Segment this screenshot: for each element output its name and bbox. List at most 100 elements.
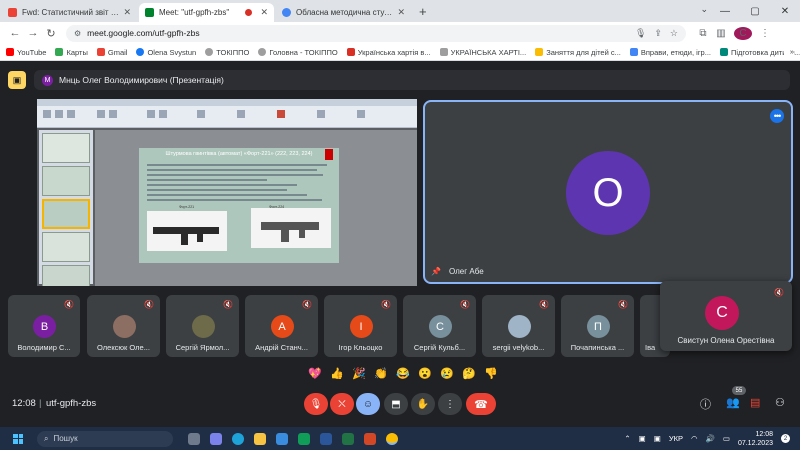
taskbar-clock[interactable]: 12:08 07.12.2023 bbox=[738, 430, 773, 448]
powerpoint-icon[interactable] bbox=[364, 432, 376, 445]
chat-icon[interactable]: ▤ bbox=[750, 396, 760, 409]
captions-button[interactable]: ☺ bbox=[356, 393, 380, 415]
separator: | bbox=[39, 398, 42, 409]
participant-tile[interactable]: 🔇 І Ігор Кльоцко bbox=[324, 295, 397, 357]
clap-reaction[interactable]: 👏 bbox=[371, 363, 391, 383]
profile-avatar[interactable]: C bbox=[734, 26, 752, 40]
menu-icon[interactable]: ⋮ bbox=[756, 28, 774, 39]
participant-popup-tile[interactable]: 🔇 С Свистун Олена Орестівна bbox=[660, 281, 792, 351]
leave-call-button[interactable]: ☎ bbox=[466, 393, 496, 415]
page-icon bbox=[535, 48, 544, 56]
bookmark-tokippo[interactable]: ТОКІППО bbox=[205, 48, 249, 57]
share-icon[interactable]: ⇪ bbox=[654, 28, 662, 39]
bookmark-maps[interactable]: Карты bbox=[55, 48, 88, 57]
volume-icon[interactable]: 🔊 bbox=[706, 434, 715, 443]
tab-studio[interactable]: Обласна методична студія «В... ✕ bbox=[276, 3, 411, 22]
present-button[interactable]: ⬒ bbox=[384, 393, 408, 415]
word-icon[interactable] bbox=[320, 432, 332, 445]
wifi-icon[interactable]: ◠ bbox=[691, 434, 698, 443]
excel-icon[interactable] bbox=[342, 432, 354, 445]
thinking-reaction[interactable]: 🤔 bbox=[459, 363, 479, 383]
site-info-icon[interactable]: ⚙ bbox=[74, 29, 81, 38]
tray-expand-icon[interactable]: ⌃ bbox=[624, 434, 630, 443]
extensions-icon[interactable]: ⧉ bbox=[694, 28, 712, 39]
bookmark-charter-2[interactable]: УКРАЇНСЬКА ХАРТІ... bbox=[439, 48, 526, 57]
participant-tile[interactable]: 🔇 sergii velykob... bbox=[482, 295, 555, 357]
url-text: meet.google.com/utf-gpfh-zbs bbox=[87, 28, 200, 38]
tray-app-icon[interactable]: ▣ bbox=[639, 434, 646, 443]
heart-reaction[interactable]: 💖 bbox=[305, 363, 325, 383]
bookmark-facebook[interactable]: Olena Svystun bbox=[136, 48, 196, 57]
windows-start-icon[interactable] bbox=[13, 433, 23, 444]
side-panel-icon[interactable]: ▥ bbox=[712, 28, 730, 39]
bookmark-exercises[interactable]: Вправи, етюди, ігр... bbox=[629, 48, 711, 57]
language-indicator[interactable]: УКР bbox=[669, 434, 683, 443]
participant-tile[interactable]: 🔇 Сергій Ярмол... bbox=[166, 295, 239, 357]
close-icon[interactable]: ✕ bbox=[123, 7, 131, 18]
teams-icon[interactable] bbox=[210, 432, 222, 445]
task-view-icon[interactable] bbox=[188, 432, 200, 445]
forward-icon[interactable]: → bbox=[24, 27, 42, 39]
address-bar: ← → ↻ ⚙ meet.google.com/utf-gpfh-zbs 🎙 ⇪… bbox=[0, 22, 800, 44]
mic-toggle-button[interactable]: 🎙 bbox=[304, 393, 328, 415]
tab-gmail[interactable]: Fwd: Статистичний звіт працівн... ✕ bbox=[2, 3, 137, 22]
bookmark-tokippo-home[interactable]: Головна - ТОКІППО bbox=[258, 48, 338, 57]
maps-icon bbox=[55, 48, 64, 56]
close-icon[interactable]: ✕ bbox=[397, 7, 405, 18]
participant-tile[interactable]: 🔇 П Почапинська ... bbox=[561, 295, 634, 357]
party-reaction[interactable]: 🎉 bbox=[349, 363, 369, 383]
edge-icon[interactable] bbox=[232, 432, 244, 445]
participant-tile[interactable]: 🔇 А Андрій Станч... bbox=[245, 295, 318, 357]
camera-toggle-button[interactable]: ⛌ bbox=[330, 393, 354, 415]
url-input[interactable]: ⚙ meet.google.com/utf-gpfh-zbs 🎙 ⇪ ☆ bbox=[66, 24, 686, 42]
microphone-icon[interactable]: 🎙 bbox=[635, 28, 646, 39]
thumbs-up-reaction[interactable]: 👍 bbox=[327, 363, 347, 383]
slide-title: Штурмова гвинтівка (автомат) «Форт-221» … bbox=[165, 151, 313, 157]
laugh-reaction[interactable]: 😂 bbox=[393, 363, 413, 383]
pin-icon[interactable]: 📌 bbox=[431, 267, 441, 276]
bookmark-star-icon[interactable]: ☆ bbox=[670, 28, 678, 39]
pinned-participant-tile[interactable]: ••• О 📌 Олег Абе bbox=[423, 100, 793, 284]
store-icon[interactable] bbox=[276, 432, 288, 445]
bookmark-lessons[interactable]: Заняття для дітей с... bbox=[535, 48, 621, 57]
bookmarks-more-button[interactable]: » bbox=[783, 47, 794, 56]
new-tab-button[interactable]: + bbox=[419, 4, 427, 19]
tray-app-icon[interactable]: ▣ bbox=[654, 434, 661, 443]
reload-icon[interactable]: ↻ bbox=[42, 27, 60, 40]
battery-icon[interactable]: ▭ bbox=[723, 434, 730, 443]
tab-meet[interactable]: Meet: "utf-gpfh-zbs" ✕ bbox=[139, 3, 274, 22]
thumbs-down-reaction[interactable]: 👎 bbox=[481, 363, 501, 383]
chrome-icon[interactable] bbox=[386, 432, 398, 445]
participant-tile[interactable]: 🔇 Олексюк Оле... bbox=[87, 295, 160, 357]
maximize-icon[interactable]: ▢ bbox=[740, 6, 770, 17]
notification-badge[interactable]: 2 bbox=[781, 434, 790, 443]
participant-name: Олег Абе bbox=[449, 267, 484, 276]
people-icon[interactable]: 👥 bbox=[726, 396, 740, 409]
info-icon[interactable]: ⓘ bbox=[700, 396, 711, 412]
file-explorer-icon[interactable] bbox=[254, 432, 266, 445]
participant-tile[interactable]: 🔇 В Володимир С... bbox=[8, 295, 80, 357]
more-options-icon[interactable]: ••• bbox=[770, 109, 784, 123]
activities-icon[interactable]: ⚇ bbox=[775, 396, 785, 409]
surprised-reaction[interactable]: 😮 bbox=[415, 363, 435, 383]
close-window-icon[interactable]: ✕ bbox=[770, 6, 800, 17]
sad-reaction[interactable]: 😢 bbox=[437, 363, 457, 383]
back-icon[interactable]: ← bbox=[6, 27, 24, 39]
tab-search-icon[interactable]: ⌄ bbox=[700, 4, 708, 15]
more-options-button[interactable]: ⋮ bbox=[438, 393, 462, 415]
taskbar-search[interactable]: ⌕ Пошук bbox=[37, 430, 173, 447]
presentation-icon[interactable]: ▣ bbox=[8, 71, 26, 89]
close-icon[interactable]: ✕ bbox=[260, 7, 268, 18]
globe-icon bbox=[258, 48, 267, 56]
minimize-icon[interactable]: — bbox=[710, 6, 740, 17]
bookmark-gmail[interactable]: Gmail bbox=[96, 48, 127, 57]
participant-photo bbox=[507, 315, 531, 338]
slide-thumbnails bbox=[39, 130, 93, 286]
participant-tile[interactable]: 🔇 С Сергій Кульб... bbox=[403, 295, 476, 357]
bookmark-youtube[interactable]: YouTube bbox=[6, 48, 46, 57]
youtube-icon bbox=[6, 48, 14, 56]
app-icon[interactable] bbox=[298, 432, 310, 445]
toolbar-actions: ⧉ ▥ C ⋮ bbox=[694, 26, 774, 40]
raise-hand-button[interactable]: ✋ bbox=[411, 393, 435, 415]
bookmark-charter[interactable]: Українська хартія в... bbox=[346, 48, 431, 57]
